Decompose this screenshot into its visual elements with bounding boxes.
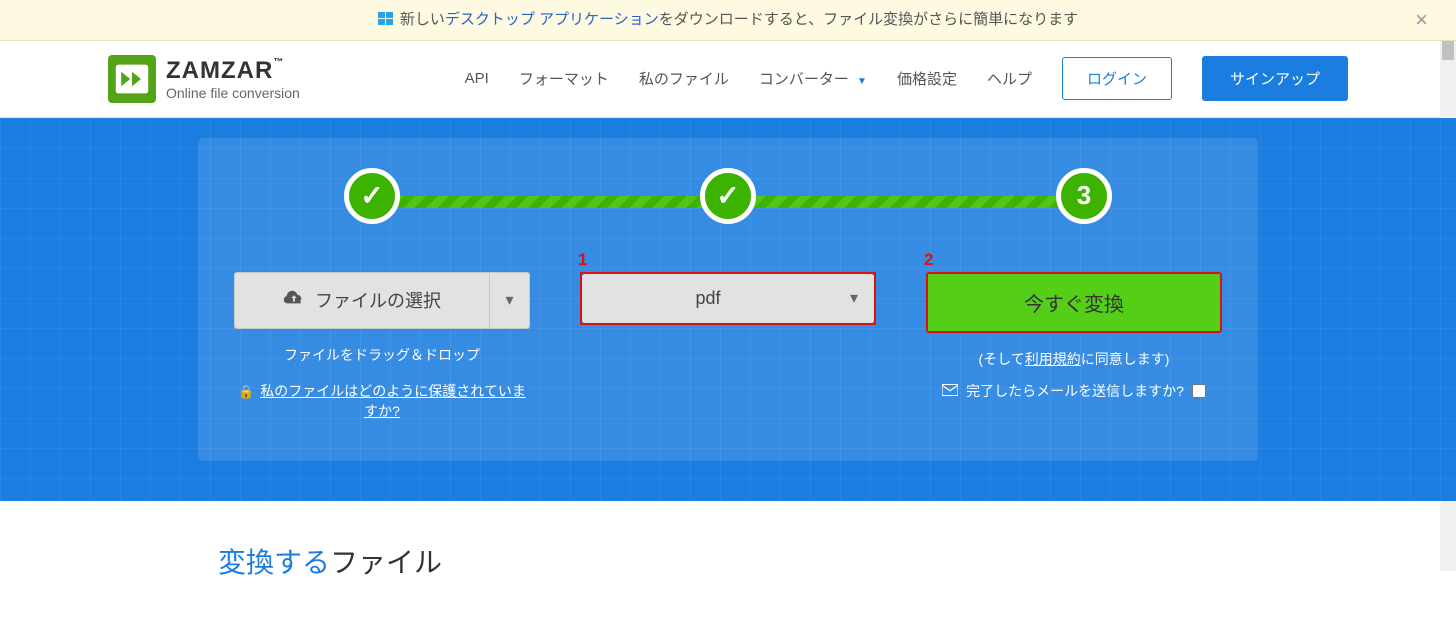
banner-desktop-app-link[interactable]: デスクトップ アプリケーション: [445, 11, 659, 28]
email-notify-checkbox[interactable]: [1192, 384, 1206, 398]
lock-icon: 🔒: [238, 384, 254, 399]
hero-section: ✓ ✓ 3 ファイルの選択 ▾ ファイルをドラッグ＆ドロップ 🔒 私のファイルは…: [0, 118, 1456, 501]
logo-icon: [108, 55, 156, 103]
converter-card: ✓ ✓ 3 ファイルの選択 ▾ ファイルをドラッグ＆ドロップ 🔒 私のファイルは…: [198, 138, 1258, 461]
file-protection-link[interactable]: 🔒 私のファイルはどのように保護されていますか?: [234, 381, 530, 421]
step-3-label: 3: [1077, 180, 1091, 211]
files-section: 変換するファイル: [0, 501, 1456, 621]
chevron-down-icon: ▾: [505, 290, 513, 310]
terms-agreement: (そして利用規約に同意します): [926, 349, 1222, 369]
format-select[interactable]: pdf ▾: [580, 272, 876, 325]
check-icon: ✓: [360, 179, 383, 212]
file-options-caret[interactable]: ▾: [490, 272, 530, 329]
main-navbar: ZAMZAR™ Online file conversion API フォーマッ…: [0, 41, 1456, 118]
email-notify-label: 完了したらメールを送信しますか?: [966, 381, 1184, 401]
step-progress: ✓ ✓ 3: [344, 168, 1112, 232]
convert-now-button[interactable]: 今すぐ変換: [926, 272, 1222, 333]
drag-drop-hint: ファイルをドラッグ＆ドロップ: [234, 345, 530, 365]
windows-icon: [378, 11, 394, 27]
cloud-upload-icon: [283, 287, 305, 314]
envelope-icon: [942, 383, 958, 399]
annotation-1: 1: [578, 250, 587, 270]
step-1-node: ✓: [344, 168, 400, 224]
banner-content[interactable]: 新しいデスクトップ アプリケーションをダウンロードすると、ファイル変換がさらに簡…: [378, 8, 1078, 29]
format-caret[interactable]: ▾: [834, 274, 874, 323]
files-heading: 変換するファイル: [198, 541, 1258, 581]
nav-pricing[interactable]: 価格設定: [897, 68, 957, 89]
promo-banner: 新しいデスクトップ アプリケーションをダウンロードすると、ファイル変換がさらに簡…: [0, 0, 1456, 41]
logo[interactable]: ZAMZAR™ Online file conversion: [108, 55, 300, 103]
file-select-group: ファイルの選択 ▾: [234, 272, 530, 329]
convert-column: 2 今すぐ変換 (そして利用規約に同意します) 完了したらメールを送信しますか?: [926, 272, 1222, 401]
file-select-column: ファイルの選択 ▾ ファイルをドラッグ＆ドロップ 🔒 私のファイルはどのように保…: [234, 272, 530, 421]
format-column: 1 pdf ▾: [580, 272, 876, 325]
annotation-2: 2: [924, 250, 933, 270]
nav-converter[interactable]: コンバーター ▼: [759, 68, 867, 89]
terms-link[interactable]: 利用規約: [1025, 351, 1081, 367]
close-icon[interactable]: ×: [1415, 7, 1428, 33]
choose-files-label: ファイルの選択: [315, 287, 441, 313]
check-icon: ✓: [716, 179, 739, 212]
banner-text-suffix: をダウンロードすると、ファイル変換がさらに簡単になります: [659, 11, 1078, 28]
banner-text-prefix: 新しい: [400, 11, 445, 28]
choose-files-button[interactable]: ファイルの選択: [234, 272, 490, 329]
email-notify-row: 完了したらメールを送信しますか?: [926, 381, 1222, 401]
nav-help[interactable]: ヘルプ: [987, 68, 1032, 89]
login-button[interactable]: ログイン: [1062, 57, 1172, 100]
step-2-node: ✓: [700, 168, 756, 224]
signup-button[interactable]: サインアップ: [1202, 56, 1348, 101]
step-3-node: 3: [1056, 168, 1112, 224]
nav-api[interactable]: API: [465, 70, 489, 87]
nav-myfiles[interactable]: 私のファイル: [639, 68, 729, 89]
chevron-down-icon: ▾: [850, 288, 858, 308]
nav-format[interactable]: フォーマット: [519, 68, 609, 89]
nav-links: API フォーマット 私のファイル コンバーター ▼ 価格設定 ヘルプ ログイン…: [465, 56, 1348, 101]
chevron-down-icon: ▼: [857, 76, 867, 87]
logo-brand: ZAMZAR™: [166, 57, 300, 85]
logo-subtitle: Online file conversion: [166, 85, 300, 101]
format-value: pdf: [582, 274, 834, 323]
